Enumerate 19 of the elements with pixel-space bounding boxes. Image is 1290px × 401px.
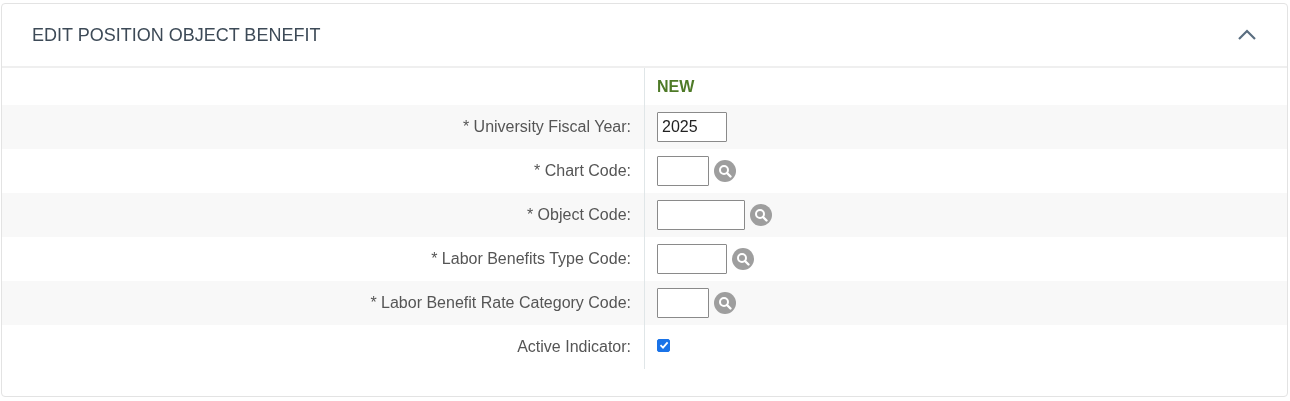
field-label: * Labor Benefit Rate Category Code: <box>370 294 631 312</box>
column-header: NEW <box>657 77 695 96</box>
search-icon[interactable] <box>714 292 736 314</box>
field-label: * Chart Code: <box>534 162 631 180</box>
field-label: * Labor Benefits Type Code: <box>431 250 631 268</box>
input-field[interactable] <box>657 200 745 230</box>
field-label: * Object Code: <box>526 206 631 224</box>
search-icon[interactable] <box>714 160 736 182</box>
search-icon[interactable] <box>732 248 754 270</box>
input-field[interactable] <box>657 288 709 318</box>
input-field[interactable]: 2025 <box>657 112 727 142</box>
field-label: * University Fiscal Year: <box>462 118 631 136</box>
field-label: Active Indicator: <box>517 338 631 356</box>
search-icon[interactable] <box>750 204 772 226</box>
collapse-chevron-icon[interactable] <box>1237 29 1257 41</box>
input-field[interactable] <box>657 244 727 274</box>
checkbox[interactable] <box>657 338 670 352</box>
panel-title: EDIT POSITION OBJECT BENEFIT <box>32 24 321 46</box>
input-field[interactable] <box>657 156 709 186</box>
